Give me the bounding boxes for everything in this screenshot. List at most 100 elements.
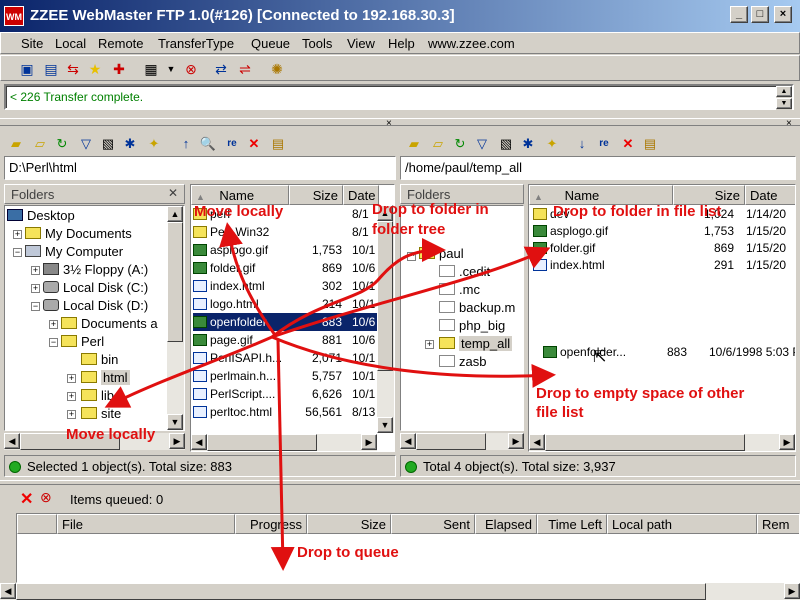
column-date[interactable]: Date (745, 185, 795, 205)
scroll-thumb[interactable] (416, 433, 486, 450)
close-button[interactable]: × (774, 6, 792, 23)
queue-column-local-path[interactable]: Local path (607, 514, 757, 534)
scroll-thumb[interactable] (207, 434, 317, 451)
tree-item-bin[interactable]: bin (81, 352, 118, 368)
select-all-icon[interactable]: ✱ (120, 134, 140, 154)
connect-icon[interactable]: ▣ (17, 59, 37, 79)
view-mode-icon[interactable]: ▧ (98, 134, 118, 154)
tree-vscrollbar[interactable]: ▲ ▼ (167, 206, 184, 430)
local-path-input[interactable]: D:\Perl\html (4, 156, 396, 180)
queue-column-time-left[interactable]: Time Left (537, 514, 607, 534)
scroll-right-icon[interactable]: ▶ (361, 434, 377, 450)
menu-view[interactable]: View (347, 36, 375, 51)
table-row[interactable]: folder.gif 869 1/15/20 (533, 239, 795, 257)
menu-remote[interactable]: Remote (98, 36, 144, 51)
refresh-icon[interactable]: ↻ (450, 134, 470, 154)
view-file-icon[interactable]: 🔍 (198, 134, 218, 154)
scroll-left-icon[interactable]: ◀ (400, 433, 416, 449)
tree-item-site[interactable]: site (81, 406, 121, 422)
refresh-icon[interactable]: ↻ (52, 134, 72, 154)
rename-icon[interactable]: re (594, 134, 614, 154)
expand-icon[interactable]: + (31, 284, 40, 293)
site-manager-icon[interactable]: ✚ (109, 59, 129, 79)
tree-item-my-computer[interactable]: My Computer (25, 244, 123, 260)
queue-column-progress[interactable]: Progress (235, 514, 307, 534)
select-all-icon[interactable]: ✱ (518, 134, 538, 154)
tree-item-paul[interactable]: paul (419, 246, 464, 262)
upload-arrow-icon[interactable]: ↑ (176, 134, 196, 154)
table-row[interactable]: index.html 291 1/15/20 (533, 256, 795, 274)
scroll-right-icon[interactable]: ▶ (508, 433, 524, 449)
scroll-down-icon[interactable]: ▼ (776, 98, 792, 109)
scroll-right-icon[interactable]: ▶ (784, 583, 800, 599)
file-list-hscrollbar[interactable]: ◀ ▶ (191, 434, 377, 451)
favorites-star-icon[interactable]: ★ (85, 59, 105, 79)
file-list-hscrollbar[interactable]: ◀ ▶ (529, 434, 795, 451)
queue-list[interactable]: File Progress Size Sent Elapsed Time Lef… (16, 513, 800, 583)
queue-column-elapsed[interactable]: Elapsed (475, 514, 537, 534)
disconnect-icon[interactable]: ▤ (41, 59, 61, 79)
expand-icon[interactable]: + (49, 320, 58, 329)
column-size[interactable]: Size (289, 185, 343, 205)
table-row[interactable]: asplogo.gif 1,753 10/1 (193, 241, 377, 259)
properties-icon[interactable]: ▤ (640, 134, 660, 154)
tree-item-php-big[interactable]: php_big (439, 318, 505, 334)
table-row[interactable]: PerlScript.... 6,626 10/1 (193, 385, 377, 403)
tree-item-disk-d[interactable]: Local Disk (D:) (43, 298, 148, 314)
scroll-left-icon[interactable]: ◀ (0, 583, 16, 599)
maximize-button[interactable]: □ (751, 6, 769, 23)
expand-icon[interactable]: + (31, 266, 40, 275)
table-row[interactable]: folder.gif 869 10/6 (193, 259, 377, 277)
new-folder-icon[interactable]: ▰ (404, 134, 424, 154)
queue-column-sent[interactable]: Sent (391, 514, 475, 534)
tree-item-perl[interactable]: Perl (61, 334, 104, 350)
scroll-thumb[interactable] (167, 222, 183, 342)
remove-item-icon[interactable]: ✕ (20, 489, 33, 509)
menu-help[interactable]: Help (388, 36, 415, 51)
tree-item-mc[interactable]: .mc (439, 282, 480, 298)
tree-item-zasb[interactable]: zasb (439, 354, 486, 370)
sync-arrows-icon[interactable]: ⇄ (211, 59, 231, 79)
table-row[interactable]: perlmain.h... 5,757 10/1 (193, 367, 377, 385)
tree-item-backup[interactable]: backup.m (439, 300, 515, 316)
menu-tools[interactable]: Tools (302, 36, 332, 51)
new-folder-icon[interactable]: ▰ (6, 134, 26, 154)
remote-tree-hscrollbar[interactable]: ◀ ▶ (400, 433, 524, 450)
tree-item-lib[interactable]: lib (81, 388, 114, 404)
scroll-left-icon[interactable]: ◀ (4, 433, 20, 449)
menu-queue[interactable]: Queue (251, 36, 290, 51)
download-arrow-icon[interactable]: ↓ (572, 134, 592, 154)
filter-icon[interactable]: ▽ (472, 134, 492, 154)
properties-icon[interactable]: ▦ (141, 59, 161, 79)
collapse-icon[interactable]: − (49, 338, 58, 347)
table-row[interactable]: page.gif 881 10/6 (193, 331, 377, 349)
tree-item-documents[interactable]: Documents a (61, 316, 158, 332)
scroll-left-icon[interactable]: ◀ (191, 434, 207, 450)
tree-item-desktop[interactable]: Desktop (7, 208, 75, 224)
local-file-list[interactable]: ▲ Name Size Date perl 8/1 Perl-Win32 8/1 asp… (190, 184, 395, 452)
close-remote-pane-icon[interactable]: × (786, 118, 792, 129)
scroll-right-icon[interactable]: ▶ (779, 434, 795, 450)
view-mode-icon[interactable]: ▧ (496, 134, 516, 154)
create-file-icon[interactable]: ✦ (542, 134, 562, 154)
queue-column-size[interactable]: Size (307, 514, 391, 534)
expand-icon[interactable]: + (67, 392, 76, 401)
tree-item-my-documents[interactable]: My Documents (25, 226, 132, 242)
tree-item-temp-all[interactable]: temp_all (439, 336, 513, 352)
scroll-left-icon[interactable]: ◀ (529, 434, 545, 450)
tree-item-floppy[interactable]: 3½ Floppy (A:) (43, 262, 148, 278)
tree-item-disk-c[interactable]: Local Disk (C:) (43, 280, 148, 296)
reconnect-icon[interactable]: ⇆ (63, 59, 83, 79)
close-local-pane-icon[interactable]: × (386, 118, 392, 129)
stop-icon[interactable]: ⊗ (181, 59, 201, 79)
table-row[interactable]: PerlISAPI.h... 2,071 10/1 (193, 349, 377, 367)
close-tree-icon[interactable]: ✕ (168, 186, 178, 200)
remote-path-input[interactable]: /home/paul/temp_all (400, 156, 796, 180)
scroll-up-icon[interactable]: ▲ (167, 206, 183, 222)
filter-icon[interactable]: ▽ (76, 134, 96, 154)
menu-website-link[interactable]: www.zzee.com (428, 36, 515, 51)
scroll-right-icon[interactable]: ▶ (169, 433, 185, 449)
queue-hscrollbar[interactable]: ◀ ▶ (0, 583, 800, 600)
queue-column-remote-path[interactable]: Rem (757, 514, 799, 534)
delete-icon[interactable]: ✕ (244, 134, 264, 154)
